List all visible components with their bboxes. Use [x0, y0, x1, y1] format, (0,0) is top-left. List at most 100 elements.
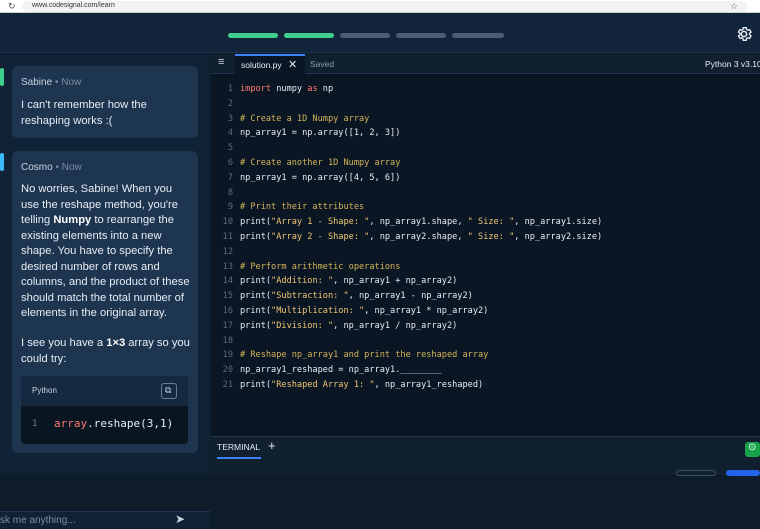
code-line: array.reshape(3,1)	[54, 417, 173, 430]
plus-icon[interactable]: +	[268, 438, 276, 453]
terminal-panel: TERMINAL + ⊙	[211, 436, 760, 476]
text-run: I see you have a	[21, 337, 107, 349]
code-line[interactable]: 11 print("Array 2 - Shape: ", np_array2.s…	[211, 230, 760, 245]
line-number: 6	[227, 158, 233, 168]
line-text[interactable]: np_array1 = np.array([1, 2, 3])	[240, 126, 400, 141]
address-bar[interactable]	[22, 1, 748, 12]
line-text[interactable]: np_array1 = np.array([4, 5, 6])	[240, 171, 400, 186]
footer-button[interactable]	[676, 470, 716, 476]
code-line[interactable]: 7 np_array1 = np.array([4, 5, 6])	[211, 171, 760, 186]
code-token: print(	[240, 306, 272, 316]
language-selector[interactable]: Python 3 v3.10	[705, 59, 760, 69]
code-line[interactable]: 2	[211, 97, 760, 112]
code-line[interactable]: 3 # Create a 1D Numpy array	[211, 112, 760, 127]
message-paragraph: I see you have a 1×3 array so you could …	[21, 336, 193, 367]
tab-label[interactable]: solution.py	[241, 60, 282, 70]
line-text[interactable]: print("Addition: ", np_array1 + np_array…	[240, 274, 457, 289]
line-text[interactable]: print("Division: ", np_array1 / np_array…	[240, 319, 457, 334]
code-token: , np_array1.shape,	[369, 217, 468, 228]
code-token: import	[240, 84, 272, 94]
code-line[interactable]: 19 # Reshape np_array1 and print the resh…	[211, 348, 760, 363]
code-token: as	[307, 84, 318, 94]
message-paragraph: No worries, Sabine! When you use the res…	[21, 182, 193, 322]
line-text[interactable]: print("Subtraction: ", np_array1 - np_ar…	[240, 289, 473, 304]
code-line[interactable]: 9 # Print their attributes	[211, 200, 760, 215]
line-number: 18	[222, 335, 233, 346]
line-text[interactable]: print("Multiplication: ", np_array1 * np…	[240, 304, 488, 319]
code-line[interactable]: 15 print("Subtraction: ", np_array1 - np_…	[211, 289, 760, 304]
close-icon[interactable]: ✕	[288, 58, 297, 71]
reload-icon[interactable]: ↻	[8, 0, 16, 12]
line-number: 3	[227, 113, 233, 124]
code-line[interactable]: 5	[211, 141, 760, 156]
line-text[interactable]: print("Array 1 - Shape: ", np_array1.sha…	[240, 215, 602, 230]
code-line[interactable]: 12	[211, 245, 760, 260]
line-text[interactable]: # Perform arithmetic operations	[240, 260, 400, 275]
line-text[interactable]: # Create a 1D Numpy array	[240, 112, 369, 127]
line-number: 14	[222, 276, 233, 287]
code-line[interactable]: 13 # Perform arithmetic operations	[211, 260, 760, 275]
code-token: print(	[240, 232, 272, 242]
line-number: 9	[227, 202, 233, 213]
chat-message-sabine: Sabine • Now I can't remember how the re…	[0, 66, 198, 138]
line-text[interactable]: np_array1_reshaped = np_array1.________	[240, 363, 442, 378]
code-token: "Subtraction: "	[271, 291, 349, 302]
code-token: print(	[240, 320, 272, 331]
progress-segment	[396, 33, 446, 38]
chat-message-cosmo: Cosmo • Now No worries, Sabine! When you…	[0, 151, 198, 453]
code-token: "Reshaped Array 1: "	[271, 380, 375, 390]
line-text[interactable]: print("Reshaped Array 1: ", np_array1_re…	[240, 378, 483, 393]
code-line[interactable]: 14 print("Addition: ", np_array1 + np_arr…	[211, 274, 760, 289]
tab-terminal[interactable]: TERMINAL	[217, 442, 260, 452]
line-number: 8	[227, 187, 233, 198]
footer-primary-button[interactable]	[726, 470, 760, 476]
copy-icon[interactable]: ⧉	[161, 383, 177, 399]
line-text[interactable]: # Create another 1D Numpy array	[240, 156, 400, 171]
code-line[interactable]: 4 np_array1 = np.array([1, 2, 3])	[211, 126, 760, 141]
author-accent	[0, 68, 4, 86]
run-icon[interactable]: ⊙	[745, 442, 760, 457]
code-token: print(	[240, 291, 272, 302]
code-language: Python	[32, 386, 57, 395]
meta-separator: •	[55, 162, 59, 173]
line-number: 13	[222, 261, 233, 272]
code-token: print(	[240, 380, 272, 390]
url-text[interactable]: www.codesignal.com/learn	[32, 0, 115, 12]
editor-tabbar: ≡ solution.py ✕ Saved Python 3 v3.10	[211, 54, 760, 74]
code-token: .reshape(3,1)	[87, 417, 174, 430]
code-token: "Division: "	[271, 320, 334, 331]
code-line[interactable]: 1 import numpy as np	[211, 82, 760, 97]
hamburger-icon[interactable]: ≡	[218, 56, 224, 68]
bold-text: 1×3	[106, 337, 126, 349]
code-line[interactable]: 17 print("Division: ", np_array1 / np_arr…	[211, 319, 760, 334]
line-number: 11	[222, 232, 233, 242]
star-icon[interactable]: ☆	[730, 0, 738, 12]
line-text[interactable]: # Print their attributes	[240, 200, 364, 215]
code-line[interactable]: 18	[211, 334, 760, 349]
line-text[interactable]: # Reshape np_array1 and print the reshap…	[240, 348, 488, 363]
gear-icon[interactable]	[735, 25, 753, 43]
message-time: Now	[61, 162, 82, 173]
code-token: "Array 1 - Shape: "	[271, 217, 370, 228]
line-text[interactable]: import numpy as np	[240, 82, 333, 97]
chat-input[interactable]: sk me anything... ➤	[0, 511, 210, 529]
active-tab-indicator	[217, 457, 261, 459]
code-line[interactable]: 16 print("Multiplication: ", np_array1 * …	[211, 304, 760, 319]
code-line[interactable]: 8	[211, 186, 760, 201]
code-token: , np_array2.size)	[514, 232, 603, 242]
code-token: "Multiplication: "	[271, 306, 365, 316]
code-line[interactable]: 20 np_array1_reshaped = np_array1._______…	[211, 363, 760, 378]
app-header	[0, 13, 760, 53]
line-number: 2	[227, 98, 233, 109]
line-text[interactable]: print("Array 2 - Shape: ", np_array2.sha…	[240, 230, 602, 245]
chat-input-placeholder[interactable]: sk me anything...	[0, 515, 76, 526]
code-line[interactable]: 10 print("Array 1 - Shape: ", np_array1.s…	[211, 215, 760, 230]
send-icon[interactable]: ➤	[175, 512, 185, 526]
tab-solution-py[interactable]: solution.py ✕	[235, 54, 305, 74]
code-line[interactable]: 6 # Create another 1D Numpy array	[211, 156, 760, 171]
line-number: 12	[222, 246, 233, 257]
browser-toolbar: ↻ www.codesignal.com/learn ☆	[0, 0, 760, 13]
code-line[interactable]: 21 print("Reshaped Array 1: ", np_array1_…	[211, 378, 760, 393]
code-token: "Addition: "	[271, 276, 334, 287]
chat-panel: Sabine • Now I can't remember how the re…	[0, 54, 210, 529]
